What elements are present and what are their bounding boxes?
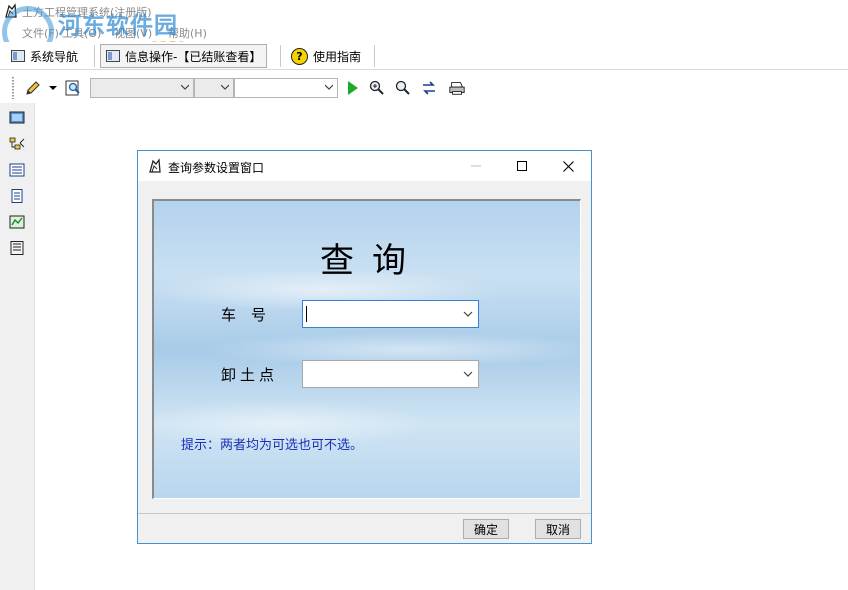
ok-button[interactable]: 确定 — [463, 519, 509, 539]
dialog-heading: 查询 — [320, 241, 424, 281]
zoom-in-icon[interactable] — [368, 79, 386, 97]
menu-help[interactable]: 帮助(H) — [168, 25, 207, 41]
app-icon — [149, 158, 161, 173]
chevron-down-icon[interactable] — [48, 79, 58, 97]
tab-user-guide-label: 使用指南 — [313, 49, 362, 64]
nav-tab-row: 系统导航 信息操作-【已结账查看】 ? 使用指南 — [0, 42, 848, 70]
play-icon[interactable] — [344, 79, 362, 97]
window-title: 土方工程管理系统(注册版) — [22, 6, 152, 19]
chart-icon[interactable] — [9, 215, 25, 229]
window-icon — [11, 50, 25, 62]
chevron-down-icon — [463, 311, 473, 317]
toolbar-combo-3[interactable] — [234, 78, 338, 98]
help-icon: ? — [291, 47, 308, 65]
chevron-down-icon — [463, 371, 473, 377]
menu-file[interactable]: 文件(F) — [22, 25, 59, 41]
tree-icon[interactable] — [9, 137, 25, 151]
tab-divider — [94, 45, 95, 67]
tab-system-nav[interactable]: 系统导航 — [6, 44, 83, 68]
tab-divider — [374, 45, 375, 67]
tab-system-nav-label: 系统导航 — [30, 49, 79, 64]
dialog-title: 查询参数设置窗口 — [168, 161, 265, 175]
refresh-icon[interactable] — [420, 79, 438, 97]
left-sidebar — [0, 103, 35, 590]
title-bar: 土方工程管理系统(注册版) — [0, 0, 848, 22]
chevron-down-icon — [221, 84, 229, 90]
minimize-button[interactable] — [453, 151, 499, 181]
report-icon[interactable] — [9, 241, 25, 255]
toolbar — [0, 73, 848, 103]
document-icon[interactable] — [9, 189, 25, 203]
search-icon[interactable] — [394, 79, 412, 97]
print-icon[interactable] — [448, 79, 466, 97]
tab-info-operation-label: 信息操作-【已结账查看】 — [125, 49, 262, 64]
tab-user-guide[interactable]: ? 使用指南 — [286, 44, 366, 68]
hint-text: 提示：两者均为可选也可不选。 — [181, 438, 364, 453]
text-caret — [306, 306, 307, 322]
dump-site-select[interactable] — [302, 360, 479, 388]
menu-view[interactable]: 视图(V) — [114, 25, 152, 41]
cancel-button[interactable]: 取消 — [535, 519, 581, 539]
close-icon — [562, 160, 574, 172]
tab-divider — [280, 45, 281, 67]
preview-icon[interactable] — [64, 79, 82, 97]
list-icon[interactable] — [9, 163, 25, 177]
pencil-icon[interactable] — [24, 79, 42, 97]
dump-site-label: 卸土点 — [221, 366, 279, 384]
car-number-select[interactable] — [302, 300, 479, 328]
app-window: 土方工程管理系统(注册版) 文件(F) 工具(O) 视图(V) 帮助(H) 河东… — [0, 0, 848, 590]
dialog-title-bar[interactable]: 查询参数设置窗口 — [138, 151, 591, 181]
query-dialog: 查询参数设置窗口 查询 车 号 卸土点 提示：两者均为可选也可不选。 确定 取消 — [137, 150, 592, 544]
dialog-body-panel: 查询 车 号 卸土点 提示：两者均为可选也可不选。 — [152, 199, 581, 499]
maximize-button[interactable] — [499, 151, 545, 181]
close-button[interactable] — [545, 151, 591, 181]
maximize-icon — [517, 161, 527, 171]
app-icon — [5, 3, 17, 18]
tab-info-operation[interactable]: 信息操作-【已结账查看】 — [100, 44, 268, 68]
chevron-down-icon — [181, 84, 189, 90]
menu-tools[interactable]: 工具(O) — [62, 25, 101, 41]
toolbar-combo-1[interactable] — [90, 78, 194, 98]
toolbar-grip[interactable] — [12, 77, 14, 99]
car-number-label: 车 号 — [221, 306, 267, 324]
window-icon — [106, 50, 120, 62]
menu-bar: 文件(F) 工具(O) 视图(V) 帮助(H) — [0, 22, 848, 42]
dialog-divider — [138, 513, 591, 514]
toolbar-combo-2[interactable] — [194, 78, 234, 98]
monitor-icon[interactable] — [9, 111, 25, 125]
minimize-icon — [471, 165, 481, 167]
chevron-down-icon — [325, 84, 333, 90]
